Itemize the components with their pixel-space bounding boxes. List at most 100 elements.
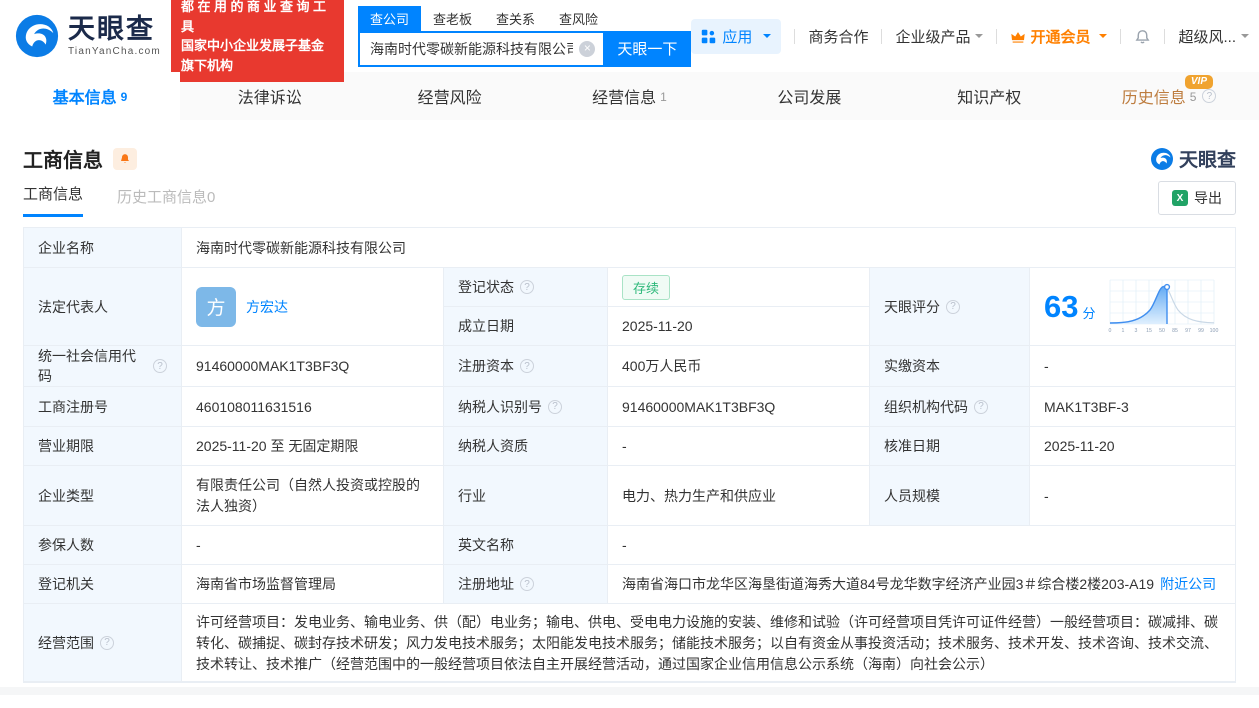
field-credit-code-value: 91460000MAK1T3BF3Q [182,346,444,387]
tianyancha-watermark-icon [1150,147,1173,170]
field-reg-status-label: 登记状态 [444,268,608,307]
notification-bell-icon[interactable] [1134,28,1151,45]
subtab-business-info[interactable]: 工商信息 [23,183,84,217]
field-insured-count-label: 参保人数 [24,526,182,565]
nav-membership-label: 开通会员 [1030,28,1091,46]
slogan-line2: 国家中小企业发展子基金旗下机构 [180,38,324,73]
help-icon[interactable] [100,635,114,650]
section-title: 工商信息 [23,150,103,172]
crown-icon [1011,31,1026,43]
svg-text:99: 99 [1198,328,1204,334]
nearby-companies-link[interactable]: 附近公司 [1160,574,1216,594]
divider [1120,28,1122,44]
chevron-down-icon [975,34,984,42]
nav-enterprise-label: 企业级产品 [895,28,971,46]
help-icon[interactable] [153,359,167,373]
status-badge: 存续 [622,274,671,300]
slogan-badge: 都在用的商业查询工具 国家中小企业发展子基金旗下机构 [170,0,344,82]
field-score-label: 天眼评分 [870,268,1030,346]
field-english-name-label: 英文名称 [444,526,608,565]
field-reg-number-value: 460108011631516 [182,387,444,427]
field-taxpayer-quality-value: - [608,427,870,466]
field-biz-term-label: 营业期限 [24,427,182,466]
chevron-down-icon [763,34,772,42]
search-tab-company[interactable]: 查公司 [357,5,421,31]
tab-intellectual-property[interactable]: 知识产权 [899,72,1079,120]
subtabs-row: 工商信息 历史工商信息0 导出 [0,173,1259,217]
tab-basic-info[interactable]: 基本信息 9 [0,72,180,120]
nav-super-risk-label: 超级风... [1178,28,1236,46]
tab-legal-proceedings[interactable]: 法律诉讼 [180,72,360,120]
export-button[interactable]: 导出 [1158,181,1236,215]
field-est-date-label: 成立日期 [444,307,608,346]
field-reg-authority-label: 登记机关 [24,565,182,604]
field-biz-term-value: 2025-11-20 至 无固定期限 [182,427,444,466]
svg-text:1: 1 [1121,328,1124,334]
field-english-name-value: - [608,526,1235,565]
tab-company-development[interactable]: 公司发展 [719,72,899,120]
field-reg-address-label: 注册地址 [444,565,608,604]
search-input-wrap: × [357,30,604,67]
svg-text:0: 0 [1108,328,1111,334]
divider [996,28,998,44]
field-company-type-label: 企业类型 [24,466,182,526]
tab-history-info[interactable]: VIP 历史信息 5 [1079,72,1259,120]
grid-icon [702,29,716,43]
tab-label: 经营信息 [592,90,657,107]
search-tab-relation[interactable]: 查关系 [484,6,547,31]
help-icon[interactable] [946,299,960,314]
help-icon[interactable] [1202,89,1217,103]
tab-operation-risk[interactable]: 经营风险 [360,72,540,120]
help-icon[interactable] [520,359,534,373]
field-business-scope-label: 经营范围 [24,604,182,682]
slogan-line1: 都在用的商业查询工具 [180,0,330,34]
chevron-down-icon [1241,34,1249,42]
search-tab-risk[interactable]: 查风险 [547,6,610,31]
nav-cooperation[interactable]: 商务合作 [808,26,868,47]
field-company-type-value: 有限责任公司（自然人投资或控股的法人独资） [182,466,444,526]
nav-membership[interactable]: 开通会员 [1010,26,1108,47]
nav-super-risk[interactable]: 超级风... [1178,26,1249,47]
svg-text:3: 3 [1134,328,1137,334]
help-icon[interactable] [974,399,988,414]
tab-count: 5 [1189,90,1197,104]
field-legal-rep-value: 方 方宏达 [182,268,444,346]
top-header: 天眼查 TianYanCha.com 都在用的商业查询工具 国家中小企业发展子基… [0,0,1259,82]
nav-enterprise[interactable]: 企业级产品 [895,26,984,47]
help-icon[interactable] [520,280,534,294]
tab-count: 9 [120,90,128,104]
tab-label: 经营风险 [417,90,482,107]
apps-menu[interactable]: 应用 [691,18,782,54]
score-distribution-chart: 0 1 3 15 50 85 97 99 100 [1108,279,1218,334]
tab-operation-info[interactable]: 经营信息 1 [540,72,720,120]
svg-text:15: 15 [1146,328,1152,334]
excel-icon [1172,190,1188,206]
subtab-history-business-info[interactable]: 历史工商信息0 [117,186,215,217]
tab-label: 基本信息 [52,90,117,107]
legal-rep-avatar[interactable]: 方 [196,286,236,327]
field-company-name-value: 海南时代零碳新能源科技有限公司 [182,228,1235,268]
svg-text:85: 85 [1172,328,1178,334]
help-icon[interactable] [548,399,562,414]
field-industry-label: 行业 [444,466,608,526]
field-industry-value: 电力、热力生产和供应业 [608,466,870,526]
tianyancha-logo-icon [15,14,59,58]
tab-label: 历史信息 [1121,90,1186,107]
field-reg-capital-value: 400万人民币 [608,346,870,387]
search-input[interactable] [359,32,604,65]
legal-rep-link[interactable]: 方宏达 [246,297,288,317]
help-icon[interactable] [520,577,534,591]
page-bottom-strip [0,687,1259,695]
field-staff-size-value: - [1030,466,1235,526]
tianyancha-logo[interactable]: 天眼查 TianYanCha.com [14,13,161,59]
watermark-brand: 天眼查 [1150,145,1236,172]
clear-search-icon[interactable]: × [579,40,596,57]
field-org-code-label: 组织机构代码 [870,387,1030,427]
subscribe-bell-icon[interactable] [113,147,137,170]
export-label: 导出 [1194,190,1222,206]
divider [794,28,796,44]
search-tab-boss[interactable]: 查老板 [421,6,484,31]
tab-count: 1 [660,90,667,104]
search-button[interactable]: 天眼一下 [603,30,692,67]
logo-title: 天眼查 [68,13,155,44]
